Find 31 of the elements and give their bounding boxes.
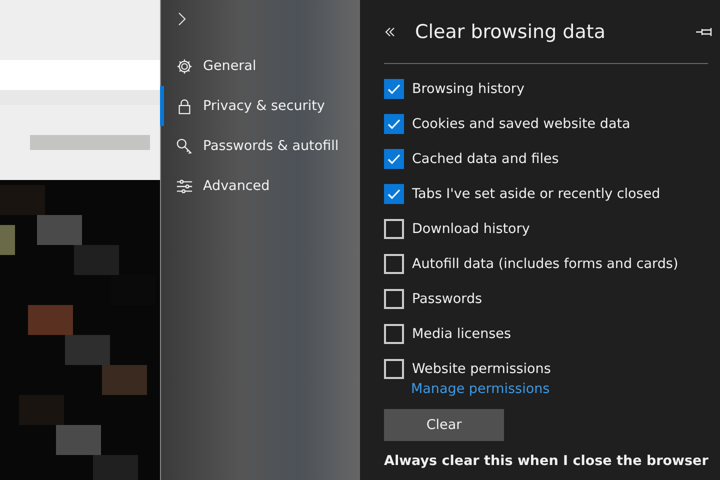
option-label: Tabs I've set aside or recently closed [412,186,660,202]
option-label: Autofill data (includes forms and cards) [412,256,678,272]
checkbox[interactable] [384,184,404,204]
option-label: Cached data and files [412,150,559,166]
clear-button[interactable]: Clear [384,409,504,441]
checkbox[interactable] [384,288,404,308]
sidebar-item[interactable]: Advanced [160,166,360,206]
double-chevron-left-icon[interactable] [384,26,396,38]
checkbox[interactable] [384,324,404,344]
section-heading: Always clear this when I close the browser [384,453,708,469]
option-label: Passwords [412,290,482,306]
checkbox[interactable] [384,148,404,168]
checkbox[interactable] [384,358,404,378]
lock-icon [176,98,193,114]
option-label: Website permissions [412,360,551,376]
panel-title: Clear browsing data [415,20,606,42]
option-label: Cookies and saved website data [412,116,630,132]
checkbox[interactable] [384,254,404,274]
option-label: Browsing history [412,80,524,96]
manage-permissions-link[interactable]: Manage permissions [411,381,550,397]
pin-icon[interactable] [695,26,714,36]
sidebar-item[interactable]: General [160,46,360,86]
checkbox[interactable] [384,78,404,98]
checkbox[interactable] [384,218,404,238]
option-label: Media licenses [412,326,511,342]
sliders-icon [176,178,193,194]
key-icon [176,138,193,154]
sidebar-item[interactable]: Passwords & autofill [160,126,360,166]
option-label: Download history [412,220,530,236]
gear-icon [176,58,193,74]
checkbox[interactable] [384,114,404,134]
